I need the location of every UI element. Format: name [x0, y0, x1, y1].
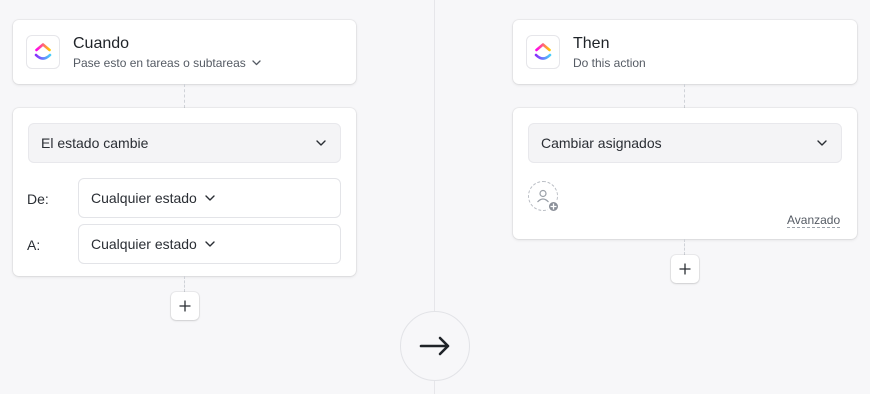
user-icon [537, 189, 549, 203]
plus-icon [179, 300, 191, 312]
from-status-field[interactable]: Cualquier estado [78, 178, 341, 218]
action-subtitle: Do this action [573, 55, 646, 70]
action-select[interactable]: Cambiar asignados [528, 123, 842, 163]
to-status-field[interactable]: Cualquier estado [78, 224, 341, 264]
plus-icon [679, 263, 691, 275]
arrow-right-icon [419, 336, 450, 356]
action-title: Then [573, 34, 610, 52]
to-status-value: Cualquier estado [91, 236, 197, 252]
trigger-body-card: El estado cambie De: Cualquier estado A:… [13, 108, 356, 276]
add-trigger-condition-button[interactable] [171, 292, 199, 320]
chevron-down-icon [205, 195, 215, 201]
chevron-down-icon [817, 140, 827, 146]
from-label: De: [27, 191, 49, 207]
action-add-connector-line [684, 239, 685, 255]
action-connector-line [684, 84, 685, 108]
trigger-header-card[interactable]: Cuando Pase esto en tareas o subtareas [13, 20, 356, 84]
trigger-title: Cuando [73, 34, 130, 52]
chevron-down-icon [205, 241, 215, 247]
from-status-value: Cualquier estado [91, 190, 197, 206]
trigger-scope-dropdown[interactable]: Pase esto en tareas o subtareas [73, 55, 261, 71]
trigger-subtitle: Pase esto en tareas o subtareas [73, 55, 246, 70]
action-select-value: Cambiar asignados [541, 135, 662, 151]
condition-select[interactable]: El estado cambie [28, 123, 341, 163]
clickup-logo-icon [526, 35, 560, 69]
to-label: A: [27, 237, 41, 253]
condition-select-value: El estado cambie [41, 135, 149, 151]
flow-arrow-button[interactable] [400, 311, 470, 381]
action-body-card: Cambiar asignados Avanzado [513, 108, 857, 239]
chevron-down-icon [316, 140, 326, 146]
advanced-link[interactable]: Avanzado [787, 213, 841, 228]
trigger-connector-line [184, 84, 185, 108]
add-assignee-button[interactable] [528, 181, 560, 213]
action-header-card[interactable]: Then Do this action [513, 20, 857, 84]
chevron-down-icon [252, 59, 261, 65]
trigger-add-connector-line [184, 276, 185, 292]
clickup-logo-icon [26, 35, 60, 69]
add-badge-icon [547, 200, 560, 213]
add-action-button[interactable] [671, 255, 699, 283]
